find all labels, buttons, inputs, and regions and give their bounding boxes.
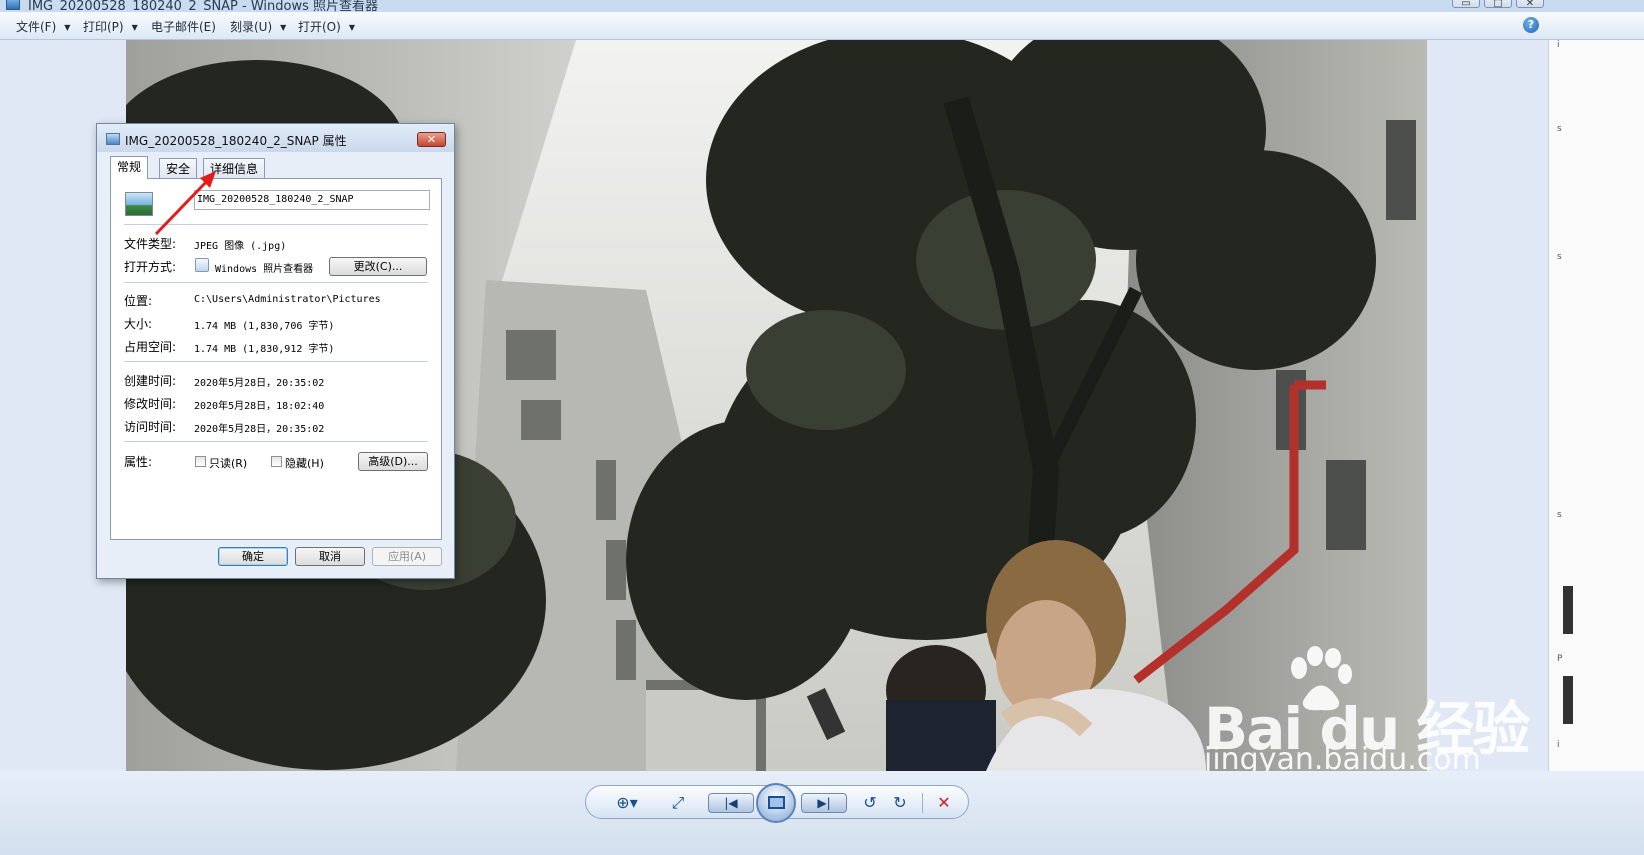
dialog-title: IMG_20200528_180240_2_SNAP 属性 <box>125 134 347 148</box>
divider <box>124 282 428 283</box>
text-fragment: s <box>1557 124 1562 134</box>
readonly-label: 只读(R) <box>209 457 248 470</box>
tab-security[interactable]: 安全 <box>159 158 198 178</box>
chevron-down-icon: ▼ <box>280 23 287 32</box>
divider <box>124 441 428 442</box>
next-icon[interactable]: ▶| <box>801 793 847 813</box>
ok-button[interactable]: 确定 <box>218 547 288 566</box>
chevron-down-icon: ▼ <box>131 23 138 32</box>
title-bar: IMG_20200528_180240_2_SNAP - Windows 照片查… <box>0 0 1644 12</box>
file-type-label: 文件类型: <box>124 237 177 251</box>
created-label: 创建时间: <box>124 374 177 388</box>
tab-general[interactable]: 常规 <box>110 156 149 179</box>
photo-viewer-app-icon <box>195 258 209 272</box>
disk-size-label: 占用空间: <box>124 340 177 354</box>
toolbar-separator <box>922 793 923 813</box>
modified-value: 2020年5月28日，18:02:40 <box>194 401 325 412</box>
delete-icon[interactable]: ✕ <box>934 791 954 815</box>
file-name-field[interactable]: IMG_20200528_180240_2_SNAP <box>194 190 430 210</box>
advanced-button[interactable]: 高级(D)... <box>358 452 428 471</box>
window-title: IMG_20200528_180240_2_SNAP - Windows 照片查… <box>28 0 379 12</box>
rotate-right-icon[interactable]: ↻ <box>890 791 910 815</box>
location-value: C:\Users\Administrator\Pictures <box>194 294 381 305</box>
apply-button[interactable]: 应用(A) <box>372 547 442 566</box>
photo-viewer-icon <box>6 0 20 10</box>
menu-bar: 文件(F) ▼ 打印(P) ▼ 电子邮件(E) 刻录(U) ▼ 打开(O) ▼ <box>0 12 1644 40</box>
zoom-icon[interactable]: ⊕▾ <box>612 791 642 815</box>
file-type-value: JPEG 图像 (.jpg) <box>194 241 287 252</box>
previous-icon[interactable]: |◀ <box>708 793 754 813</box>
size-label: 大小: <box>124 317 153 331</box>
menu-file[interactable]: 文件(F) ▼ <box>16 17 70 37</box>
thumbnail-strip <box>1563 586 1573 634</box>
image-file-icon <box>106 133 120 145</box>
divider <box>124 224 428 225</box>
menu-email-label: 电子邮件(E) <box>151 20 216 34</box>
maximize-button[interactable]: ▢ <box>1484 0 1512 9</box>
cancel-button[interactable]: 取消 <box>295 547 365 566</box>
rotate-left-icon[interactable]: ↺ <box>860 791 880 815</box>
readonly-checkbox[interactable] <box>195 456 206 467</box>
menu-file-label: 文件(F) <box>16 20 57 34</box>
menu-burn[interactable]: 刻录(U) ▼ <box>230 17 286 37</box>
text-fragment: s <box>1557 252 1562 262</box>
attributes-label: 属性: <box>124 455 153 469</box>
accessed-label: 访问时间: <box>124 420 177 434</box>
background-window-edge: i s s s P i <box>1548 40 1644 855</box>
location-label: 位置: <box>124 294 153 308</box>
menu-print[interactable]: 打印(P) ▼ <box>83 17 138 37</box>
menu-burn-label: 刻录(U) <box>230 20 273 34</box>
disk-size-value: 1.74 MB (1,830,912 字节) <box>194 344 335 355</box>
viewer-controls: ⊕▾ ⤢ |◀ ▶| ↺ ↻ ✕ <box>585 783 969 823</box>
chevron-down-icon: ▼ <box>64 23 71 32</box>
chevron-down-icon: ▼ <box>348 23 355 32</box>
close-window-button[interactable]: ✕ <box>1516 0 1544 9</box>
text-fragment: i <box>1557 740 1560 750</box>
thumbnail-strip <box>1563 676 1573 724</box>
properties-dialog: IMG_20200528_180240_2_SNAP 属性 ✕ 常规 安全 详细… <box>96 123 455 579</box>
open-with-label: 打开方式: <box>124 260 177 274</box>
help-icon[interactable]: ? <box>1523 17 1539 33</box>
change-button[interactable]: 更改(C)... <box>329 257 427 276</box>
menu-open-label: 打开(O) <box>298 20 341 34</box>
text-fragment: i <box>1557 40 1560 50</box>
slideshow-icon[interactable] <box>756 783 796 823</box>
accessed-value: 2020年5月28日，20:35:02 <box>194 424 325 435</box>
created-value: 2020年5月28日，20:35:02 <box>194 378 325 389</box>
bottom-toolbar: ⊕▾ ⤢ |◀ ▶| ↺ ↻ ✕ <box>0 771 1644 855</box>
general-panel: IMG_20200528_180240_2_SNAP 文件类型: JPEG 图像… <box>110 178 442 540</box>
text-fragment: s <box>1557 510 1562 520</box>
dialog-close-button[interactable]: ✕ <box>417 132 446 147</box>
open-with-value: Windows 照片查看器 <box>215 264 314 275</box>
menu-print-label: 打印(P) <box>83 20 124 34</box>
tab-details[interactable]: 详细信息 <box>203 158 266 178</box>
menu-open[interactable]: 打开(O) ▼ <box>298 17 355 37</box>
dialog-title-bar: IMG_20200528_180240_2_SNAP 属性 ✕ <box>97 124 454 152</box>
actual-size-icon[interactable]: ⤢ <box>666 791 690 815</box>
divider <box>124 361 428 362</box>
baidu-jingyan-watermark: Bai du 经验 jingyan.baidu.com <box>1140 640 1530 780</box>
menu-email[interactable]: 电子邮件(E) <box>151 17 216 37</box>
modified-label: 修改时间: <box>124 397 177 411</box>
slideshow-screen-icon <box>768 796 785 809</box>
size-value: 1.74 MB (1,830,706 字节) <box>194 321 335 332</box>
minimize-button[interactable]: ▭ <box>1452 0 1480 9</box>
text-fragment: P <box>1557 654 1563 664</box>
hidden-checkbox[interactable] <box>271 456 282 467</box>
image-thumbnail-icon <box>125 192 153 216</box>
hidden-label: 隐藏(H) <box>285 457 324 470</box>
